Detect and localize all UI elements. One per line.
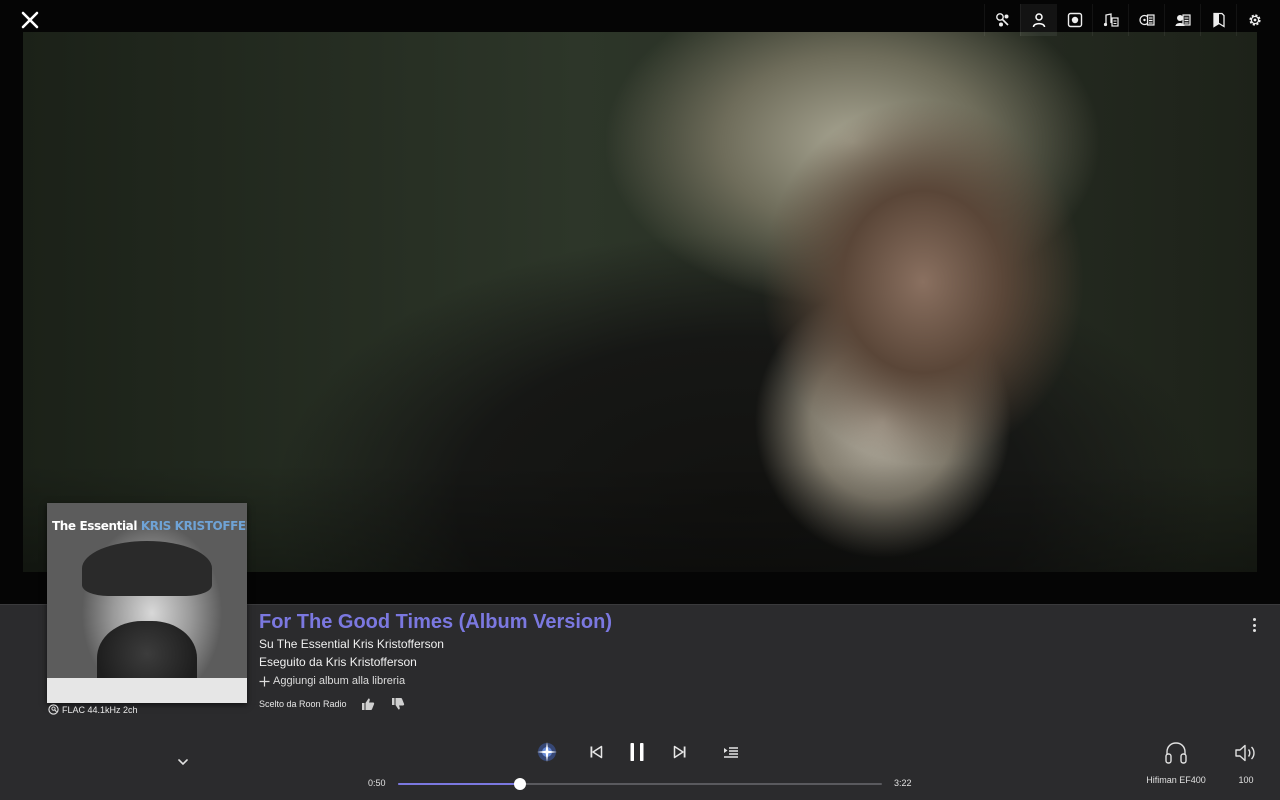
roon-radio-button[interactable] (534, 738, 560, 766)
album-review-icon (1138, 14, 1155, 26)
top-toolbar (984, 4, 1272, 36)
volume-control[interactable]: 100 (1228, 742, 1264, 785)
more-options-dot (1252, 629, 1256, 632)
roon-radio-label: Scelto da Roon Radio (259, 699, 347, 709)
plus-icon (259, 676, 270, 686)
headphones-icon (1165, 742, 1187, 764)
artist-link[interactable]: Eseguito da Kris Kristofferson (259, 655, 417, 669)
settings-button[interactable] (1236, 4, 1272, 36)
album-cover-title-line1: The Essential (52, 519, 138, 533)
pause-icon (630, 743, 644, 761)
close-button[interactable] (18, 8, 42, 32)
artist-bio-icon (1175, 14, 1191, 26)
volume-level: 100 (1238, 775, 1254, 785)
previous-icon (590, 745, 603, 759)
seek-progress (398, 783, 521, 785)
roon-radio-row: Scelto da Roon Radio (259, 697, 405, 711)
album-cover-shirt (47, 678, 247, 703)
artist-button[interactable] (1020, 4, 1056, 36)
artist-bio-button[interactable] (1164, 4, 1200, 36)
zone-picker[interactable]: Hifiman EF400 (1140, 740, 1212, 785)
total-time: 3:22 (894, 778, 912, 788)
format-label: FLAC 44.1kHz 2ch (62, 704, 138, 715)
bookmark-button[interactable] (1200, 4, 1236, 36)
thumbs-up-icon[interactable] (361, 697, 375, 711)
signal-path-badge[interactable]: FLAC 44.1kHz 2ch (48, 704, 138, 715)
artist-photo (23, 32, 1257, 572)
seek-bar: 0:50 3:22 (360, 776, 920, 792)
seek-track[interactable] (398, 778, 882, 790)
transport-controls (530, 738, 750, 766)
production-credits-icon (995, 13, 1009, 27)
more-options-dot (1252, 623, 1256, 627)
add-to-library-button[interactable]: Aggiungi album alla libreria (259, 675, 405, 687)
more-options-button[interactable] (1248, 616, 1260, 634)
next-icon (673, 745, 686, 759)
photo-shade (23, 32, 1257, 572)
pause-button[interactable] (626, 738, 648, 766)
artist-icon (1032, 13, 1045, 28)
settings-icon (1248, 14, 1261, 26)
album-link[interactable]: Su The Essential Kris Kristofferson (259, 637, 444, 651)
previous-button[interactable] (586, 738, 606, 766)
bookmark-icon (1212, 12, 1225, 28)
lyrics-button[interactable] (1092, 4, 1128, 36)
more-options-dot (1252, 618, 1256, 621)
album-button[interactable] (1056, 4, 1092, 36)
collapse-button[interactable] (176, 755, 190, 769)
volume-icon (1235, 744, 1255, 762)
add-to-library-label: Aggiungi album alla libreria (273, 675, 406, 687)
album-cover-title: The Essential KRIS KRISTOFFERSON (52, 519, 247, 533)
next-button[interactable] (670, 738, 690, 766)
chevron-down-icon (178, 759, 188, 766)
queue-icon (724, 747, 738, 758)
close-icon (21, 11, 39, 29)
signal-path-icon (48, 704, 59, 715)
radio-sparkle-icon (537, 742, 557, 762)
album-cover[interactable]: The Essential KRIS KRISTOFFERSON (47, 503, 247, 703)
zone-name: Hifiman EF400 (1146, 775, 1206, 785)
now-playing-screen: The Essential KRIS KRISTOFFERSON FLAC 44… (0, 0, 1280, 800)
album-icon (1067, 12, 1082, 28)
album-cover-hair (82, 541, 212, 596)
queue-button[interactable] (720, 738, 742, 766)
lyrics-icon (1103, 13, 1119, 27)
album-review-button[interactable] (1128, 4, 1164, 36)
elapsed-time: 0:50 (368, 778, 386, 788)
seek-handle[interactable] (514, 778, 527, 790)
track-title[interactable]: For The Good Times (Album Version) (259, 611, 612, 634)
credits-button[interactable] (984, 4, 1020, 36)
album-cover-title-line2: KRIS KRISTOFFERSON (140, 519, 247, 533)
thumbs-down-icon[interactable] (391, 697, 405, 711)
